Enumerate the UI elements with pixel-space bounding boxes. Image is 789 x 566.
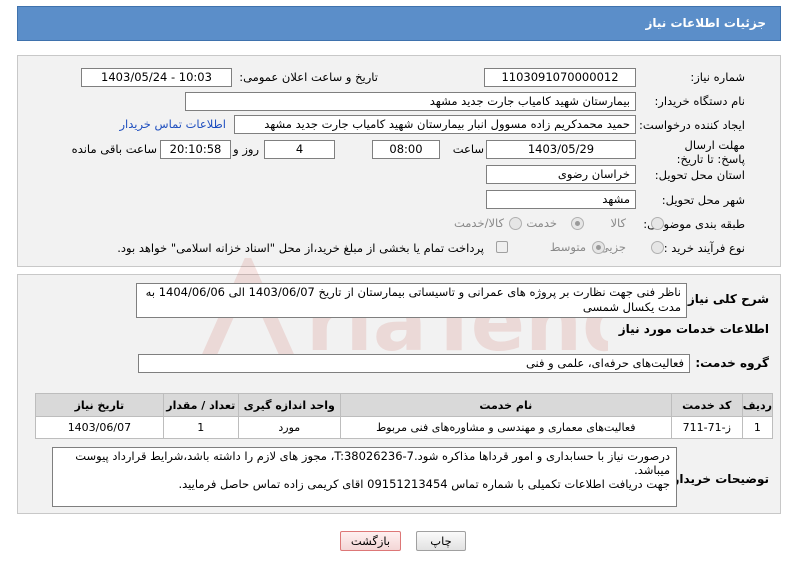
description-textarea: ناظر فنی جهت نظارت بر پروژه های عمرانی و… [136,283,687,318]
cell-need-date: 1403/06/07 [35,416,164,439]
category-option-service: خدمت [526,216,557,230]
page-header: جزئیات اطلاعات نیاز [17,6,781,41]
announce-datetime-field: 1403/05/24 - 10:03 [81,68,232,87]
category-option-goods-service: کالا/خدمت [453,216,504,230]
deadline-time-field: 08:00 [372,140,440,159]
column-header-need-date: تاریخ نیاز [35,393,164,417]
remaining-time-label: ساعت باقی مانده [71,142,157,156]
cell-quantity: 1 [162,416,239,439]
cell-name: فعالیت‌های معماری و مهندسی و مشاوره‌های … [339,416,672,439]
category-radio-service[interactable] [571,217,584,230]
deadline-date-field: 1403/05/29 [486,140,636,159]
province-label: استان محل تحویل: [654,168,745,182]
column-header-name: نام خدمت [339,393,672,417]
column-header-quantity: تعداد / مقدار [162,393,239,417]
city-field: مشهد [486,190,636,209]
buyer-contact-link[interactable]: اطلاعات تماس خریدار [119,117,226,131]
need-number-field: 1103091070000012 [484,68,636,87]
need-number-label: شماره نیاز: [690,70,745,84]
column-header-row: ردیف [741,393,774,417]
buyer-notes-line-1: درصورت نیاز با حسابداری و امور قرداها مذ… [75,449,670,477]
service-group-field: فعالیت‌های حرفه‌ای، علمی و فنی [138,354,690,373]
remaining-days-field: 4 [264,140,335,159]
service-group-label: گروه خدمت: [695,356,769,370]
days-label: روز و [233,142,259,156]
description-label: شرح کلی نیاز: [683,292,769,306]
buyer-org-label: نام دستگاه خریدار: [654,94,745,108]
deadline-label: مهلت ارسال پاسخ: تا تاریخ: [676,138,745,166]
remaining-time-field: 20:10:58 [160,140,231,159]
creator-label: ایجاد کننده درخواست: [639,118,745,132]
category-radio-goods[interactable] [651,217,664,230]
deadline-time-label: ساعت [452,142,484,156]
treasury-payment-note: پرداخت تمام یا بخشی از مبلغ خرید،از محل … [117,241,484,255]
category-option-goods: کالا [610,216,626,230]
table-row: 1 ز-71-711 فعالیت‌های معماری و مهندسی و … [35,416,774,439]
city-label: شهر محل تحویل: [661,193,745,207]
process-radio-medium[interactable] [592,241,605,254]
process-option-medium: متوسط [549,240,586,254]
cell-unit: مورد [237,416,341,439]
treasury-payment-checkbox[interactable] [496,241,508,253]
services-section-title: اطلاعات خدمات مورد نیاز [618,322,769,336]
buyer-notes-label: توضیحات خریدار: [667,472,769,486]
announce-datetime-label: تاریخ و ساعت اعلان عمومی: [239,70,378,84]
page-title: جزئیات اطلاعات نیاز [645,16,766,30]
column-header-unit: واحد اندازه گیری [237,393,341,417]
cell-code: ز-71-711 [670,416,743,439]
buyer-notes-textarea: درصورت نیاز با حسابداری و امور قرداها مذ… [52,447,677,507]
province-field: خراسان رضوی [486,165,636,184]
back-button[interactable]: بازگشت [340,531,401,551]
buyer-org-field: بیمارستان شهید کامیاب جارت جدید مشهد [185,92,636,111]
cell-row: 1 [741,416,774,439]
process-label: نوع فرآیند خرید : [663,241,745,255]
category-radio-goods-service[interactable] [509,217,522,230]
buyer-notes-line-2: جهت دریافت اطلاعات تکمیلی با شماره تماس … [178,477,670,491]
process-radio-minor[interactable] [651,241,664,254]
services-table: ردیف کد خدمت نام خدمت واحد اندازه گیری ت… [35,393,774,439]
column-header-code: کد خدمت [670,393,743,417]
creator-field: حمید محمدکریم زاده مسوول انبار بیمارستان… [234,115,636,134]
print-button[interactable]: چاپ [416,531,466,551]
